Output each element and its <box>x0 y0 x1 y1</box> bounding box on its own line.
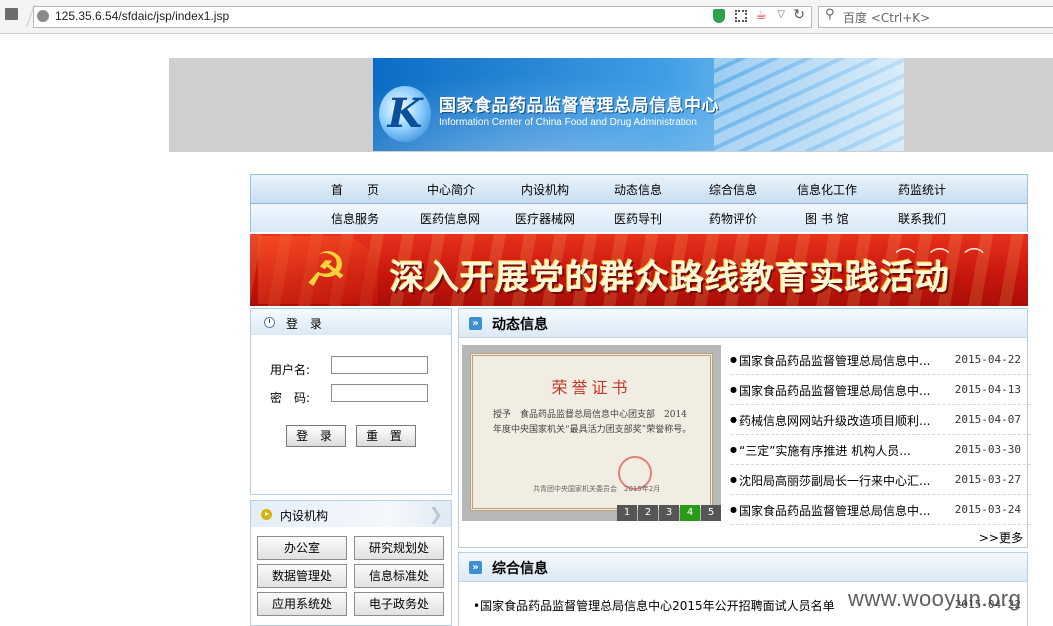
double-chevron-icon: » <box>469 561 482 574</box>
nav-info-service[interactable]: 信息服务 <box>331 210 379 227</box>
nav-row-1: 首 页 中心简介 内设机构 动态信息 综合信息 信息化工作 药监统计 <box>251 175 1027 204</box>
java-icon[interactable]: ☕ <box>755 8 767 23</box>
password-label: 密 码: <box>270 391 311 405</box>
play-icon <box>261 509 272 520</box>
nav-library[interactable]: 图 书 馆 <box>805 210 849 227</box>
username-label: 用户名: <box>270 363 311 377</box>
news-link[interactable]: 国家食品药品监督管理总局信息中... <box>730 502 930 519</box>
keyboard-graphic <box>714 58 904 151</box>
org-info-standard-button[interactable]: 信息标准处 <box>354 564 444 588</box>
certificate-image: 荣誉证书 授予 食品药品监督总局信息中心团支部 2014年度中央国家机关“最具活… <box>470 353 713 511</box>
news-panel: » 动态信息 荣誉证书 授予 食品药品监督总局信息中心团支部 2014年度中央国… <box>458 308 1031 548</box>
url-text[interactable]: 125.35.6.54/sfdaic/jsp/index1.jsp <box>55 9 229 23</box>
org-title: 内设机构 <box>280 509 329 523</box>
search-icon: ⚲ <box>825 7 835 22</box>
org-data-mgmt-button[interactable]: 数据管理处 <box>257 564 347 588</box>
dropdown-arrow-icon[interactable]: ▽ <box>777 9 785 20</box>
qr-code-icon[interactable] <box>735 10 747 22</box>
nav-pharma-guide[interactable]: 医药导刊 <box>614 210 662 227</box>
security-shield-icon[interactable] <box>713 9 725 23</box>
nav-news[interactable]: 动态信息 <box>614 181 662 198</box>
news-link[interactable]: 国家食品药品监督管理总局信息中... <box>730 382 930 399</box>
news-link[interactable]: 国家食品药品监督管理总局信息中... <box>730 352 930 369</box>
nav-device-net[interactable]: 医疗器械网 <box>515 210 575 227</box>
news-link[interactable]: 药械信息网网站升级改造项目顺利... <box>730 412 930 429</box>
site-title-cn: 国家食品药品监督管理总局信息中心 <box>439 96 719 116</box>
reset-button[interactable]: 重 置 <box>356 425 416 447</box>
org-research-button[interactable]: 研究规划处 <box>354 536 444 560</box>
globe-icon <box>37 10 49 22</box>
search-box[interactable]: ⚲ 百度 <Ctrl+K> <box>818 6 1053 28</box>
news-item: 国家食品药品监督管理总局信息中... 2015-04-22 <box>730 345 1031 375</box>
page-button-5[interactable]: 5 <box>701 505 721 521</box>
campaign-banner[interactable]: ☭ 深入开展党的群众路线教育实践活动 ⌒ ⌒ ⌒ <box>250 234 1028 306</box>
username-input[interactable] <box>331 356 428 374</box>
address-bar[interactable]: 125.35.6.54/sfdaic/jsp/index1.jsp ☕ ▽ ↻ <box>33 6 812 28</box>
news-link[interactable]: “三定”实施有序推进 机构人员... <box>730 442 911 459</box>
news-item: “三定”实施有序推进 机构人员... 2015-03-30 <box>730 435 1031 465</box>
page-button-3[interactable]: 3 <box>659 505 679 521</box>
nav-org[interactable]: 内设机构 <box>521 181 569 198</box>
browser-toolbar: 125.35.6.54/sfdaic/jsp/index1.jsp ☕ ▽ ↻ … <box>0 0 1053 34</box>
org-egov-button[interactable]: 电子政务处 <box>354 592 444 616</box>
news-item: 药械信息网网站升级改造项目顺利... 2015-04-07 <box>730 405 1031 435</box>
nav-contact[interactable]: 联系我们 <box>898 210 946 227</box>
org-app-system-button[interactable]: 应用系统处 <box>257 592 347 616</box>
nav-general[interactable]: 综合信息 <box>709 181 757 198</box>
nav-it-work[interactable]: 信息化工作 <box>797 181 857 198</box>
nav-drug-eval[interactable]: 药物评价 <box>709 210 757 227</box>
nav-home[interactable]: 首 页 <box>331 181 379 198</box>
nav-about[interactable]: 中心简介 <box>427 181 475 198</box>
news-title: 动态信息 <box>492 317 548 333</box>
logo-banner: K 国家食品药品监督管理总局信息中心 Information Center of… <box>373 58 904 151</box>
chevron-right-icon: ❯ <box>428 505 443 525</box>
reload-icon[interactable]: ↻ <box>793 7 805 23</box>
login-button[interactable]: 登 录 <box>286 425 346 447</box>
password-input[interactable] <box>331 384 428 402</box>
org-panel: 内设机构 ❯ 办公室 研究规划处 数据管理处 信息标准处 应用系统处 电子政务处 <box>250 500 452 626</box>
news-link[interactable]: 沈阳局高丽莎副局长一行来中心汇... <box>730 472 930 489</box>
news-date: 2015-04-22 <box>954 353 1021 366</box>
info-title: 综合信息 <box>492 561 548 577</box>
doves-graphic: ⌒ ⌒ ⌒ <box>895 246 988 270</box>
org-office-button[interactable]: 办公室 <box>257 536 347 560</box>
main-content: 首 页 中心简介 内设机构 动态信息 综合信息 信息化工作 药监统计 信息服务 … <box>250 174 1031 626</box>
banner-text: 深入开展党的群众路线教育实践活动 <box>390 258 950 298</box>
news-date: 2015-04-13 <box>954 383 1021 396</box>
clock-icon <box>264 317 275 328</box>
news-date: 2015-03-27 <box>954 473 1021 486</box>
page-button-4[interactable]: 4 <box>680 505 700 521</box>
page-button-2[interactable]: 2 <box>638 505 658 521</box>
search-placeholder: 百度 <Ctrl+K> <box>843 11 931 25</box>
watermark: www.wooyun.org <box>848 586 1022 611</box>
cert-body: 授予 食品药品监督总局信息中心团支部 2014年度中央国家机关“最具活力团支部奖… <box>493 410 692 435</box>
news-item: 国家食品药品监督管理总局信息中... 2015-04-13 <box>730 375 1031 405</box>
app-icon[interactable] <box>5 8 18 20</box>
more-link[interactable]: >>更多 <box>979 529 1023 546</box>
login-title: 登 录 <box>286 317 326 331</box>
nav-row-2: 信息服务 医药信息网 医疗器械网 医药导刊 药物评价 图 书 馆 联系我们 <box>251 204 1027 232</box>
news-date: 2015-03-24 <box>954 503 1021 516</box>
page-button-1[interactable]: 1 <box>617 505 637 521</box>
news-item: 沈阳局高丽莎副局长一行来中心汇... 2015-03-27 <box>730 465 1031 495</box>
info-link[interactable]: •国家食品药品监督管理总局信息中心2015年公开招聘面试人员名单 <box>473 597 835 614</box>
login-panel: 登 录 用户名: 密 码: 登 录 重 置 <box>250 308 452 495</box>
double-chevron-icon: » <box>469 317 482 330</box>
slideshow-pager: 1 2 3 4 5 <box>616 505 721 521</box>
site-title-en: Information Center of China Food and Dru… <box>439 117 697 128</box>
cert-title: 荣誉证书 <box>551 378 632 397</box>
news-slideshow[interactable]: 荣誉证书 授予 食品药品监督总局信息中心团支部 2014年度中央国家机关“最具活… <box>462 345 721 521</box>
news-item: 国家食品药品监督管理总局信息中... 2015-03-24 <box>730 495 1031 525</box>
news-date: 2015-04-07 <box>954 413 1021 426</box>
main-nav: 首 页 中心简介 内设机构 动态信息 综合信息 信息化工作 药监统计 信息服务 … <box>250 174 1028 232</box>
nav-stats[interactable]: 药监统计 <box>898 181 946 198</box>
news-date: 2015-03-30 <box>954 443 1021 456</box>
nav-pharma-net[interactable]: 医药信息网 <box>420 210 480 227</box>
cert-footer: 共青团中央国家机关委员会 2015年2月 <box>533 485 661 493</box>
cfda-logo-icon: K <box>379 86 431 142</box>
party-emblem-icon: ☭ <box>304 242 348 298</box>
